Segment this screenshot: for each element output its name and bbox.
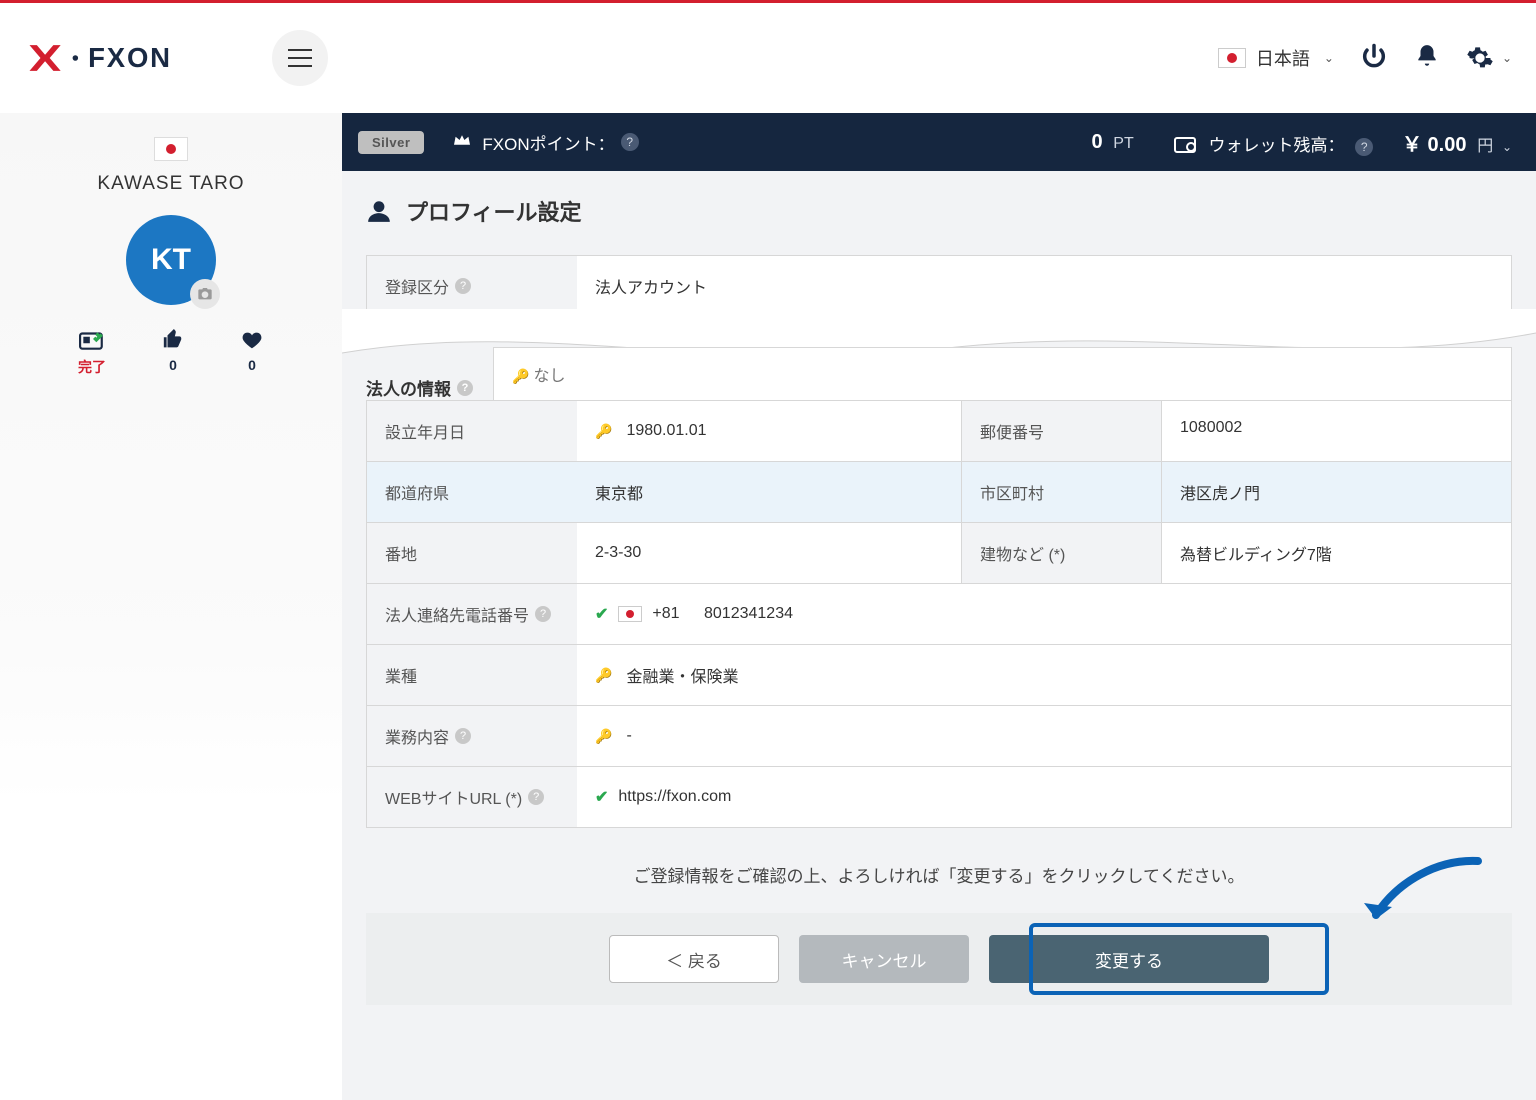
avatar[interactable]: KT — [126, 215, 216, 305]
field-label-postal: 郵便番号 — [961, 401, 1161, 461]
user-icon — [366, 198, 392, 224]
help-icon[interactable]: ? — [621, 133, 639, 151]
page-title: プロフィール設定 — [342, 195, 1536, 227]
field-value-industry: 🔑金融業・保険業 — [577, 645, 1511, 705]
power-icon[interactable] — [1360, 42, 1388, 75]
crown-icon — [452, 132, 472, 153]
field-label-industry: 業種 — [367, 645, 577, 705]
field-value-phone: ✔ +81 8012341234 — [577, 584, 1511, 644]
language-select[interactable]: 日本語 ⌄ — [1218, 45, 1334, 71]
field-label-url: WEBサイトURL (*)? — [367, 767, 577, 827]
key-icon: 🔑 — [595, 667, 612, 684]
camera-icon[interactable] — [190, 279, 220, 309]
help-icon[interactable]: ? — [457, 380, 473, 396]
field-value-street: 2-3-30 — [577, 523, 961, 583]
section-header-corporate: 法人の情報? — [342, 375, 473, 400]
field-label-city: 市区町村 — [961, 462, 1161, 522]
language-label: 日本語 — [1256, 45, 1310, 71]
wallet-icon — [1174, 137, 1196, 153]
settings-icon[interactable]: ⌄ — [1466, 44, 1512, 72]
help-icon[interactable]: ? — [455, 728, 471, 744]
jp-flag-icon — [618, 606, 642, 622]
chevron-down-icon: ⌄ — [1502, 140, 1512, 154]
field-label-phone: 法人連絡先電話番号? — [367, 584, 577, 644]
status-complete[interactable]: 完了 — [78, 329, 106, 377]
svg-text:FXON: FXON — [88, 42, 172, 73]
back-button[interactable]: ＜ 戻る — [609, 935, 779, 983]
field-value-estdate: 🔑1980.01.01 — [577, 401, 961, 461]
check-icon: ✔ — [595, 604, 608, 624]
field-label-bldg: 建物など (*) — [961, 523, 1161, 583]
status-likes[interactable]: 0 — [162, 329, 184, 377]
field-value-bizdesc: 🔑- — [577, 706, 1511, 766]
help-icon[interactable]: ? — [528, 789, 544, 805]
help-icon[interactable]: ? — [1355, 138, 1373, 156]
thumb-up-icon — [162, 329, 184, 351]
jp-flag-icon — [1218, 48, 1246, 68]
points-value: 0 — [1091, 131, 1102, 153]
field-value-city: 港区虎ノ門 — [1161, 462, 1511, 522]
tier-badge: Silver — [358, 131, 424, 154]
help-icon[interactable]: ? — [535, 606, 551, 622]
global-header: FXON 日本語 ⌄ ⌄ — [0, 3, 1536, 113]
annotation-arrow-icon — [1358, 853, 1488, 943]
help-icon[interactable]: ? — [455, 278, 471, 294]
chevron-down-icon: ⌄ — [1502, 51, 1512, 65]
field-value-bldg: 為替ビルディング7階 — [1161, 523, 1511, 583]
key-icon: 🔑 — [595, 728, 612, 745]
field-label-estdate: 設立年月日 — [367, 401, 577, 461]
points-unit: PT — [1113, 135, 1133, 152]
form-card-corporate: 設立年月日 🔑1980.01.01 郵便番号 1080002 都道府県 東京都 … — [366, 400, 1512, 828]
field-value-none: なし — [533, 368, 565, 385]
field-label-regtype: 登録区分? — [367, 256, 577, 316]
brand-logo[interactable]: FXON — [24, 39, 244, 77]
points-label: FXONポイント： — [482, 130, 614, 155]
action-bar: ＜ 戻る キャンセル 変更する — [366, 913, 1512, 1005]
key-icon: 🔑 — [595, 423, 612, 440]
id-card-icon — [79, 329, 105, 351]
field-value-postal: 1080002 — [1161, 401, 1511, 461]
field-label-pref: 都道府県 — [367, 462, 577, 522]
status-favs[interactable]: 0 — [240, 329, 264, 377]
wallet-balance[interactable]: ウォレット残高： ? ￥ 0.00 円 ⌄ — [1174, 128, 1512, 157]
cancel-button[interactable]: キャンセル — [799, 935, 969, 983]
menu-toggle[interactable] — [272, 30, 328, 86]
check-icon: ✔ — [595, 787, 608, 807]
chevron-down-icon: ⌄ — [1324, 51, 1334, 65]
field-label-street: 番地 — [367, 523, 577, 583]
field-value-url: ✔https://fxon.com — [577, 767, 1511, 827]
field-value-regtype: 法人アカウント — [577, 256, 1511, 316]
country-flag-icon — [154, 137, 188, 161]
points-bar: Silver FXONポイント： ? 0 PT ウォレット残高： ? ￥ 0.0… — [342, 113, 1536, 171]
bell-icon[interactable] — [1414, 43, 1440, 74]
heart-icon — [240, 329, 264, 351]
key-icon: 🔑 — [512, 368, 529, 384]
field-label-bizdesc: 業務内容? — [367, 706, 577, 766]
sidebar: KAWASE TARO KT 完了 0 0 — [0, 113, 342, 1100]
user-name: KAWASE TARO — [97, 173, 244, 195]
form-card-top: 登録区分? 法人アカウント — [366, 255, 1512, 317]
field-value-pref: 東京都 — [577, 462, 961, 522]
confirm-note: ご登録情報をご確認の上、よろしければ「変更する」をクリックしてください。 — [342, 862, 1536, 887]
submit-button[interactable]: 変更する — [989, 935, 1269, 983]
content-area: Silver FXONポイント： ? 0 PT ウォレット残高： ? ￥ 0.0… — [342, 113, 1536, 1100]
